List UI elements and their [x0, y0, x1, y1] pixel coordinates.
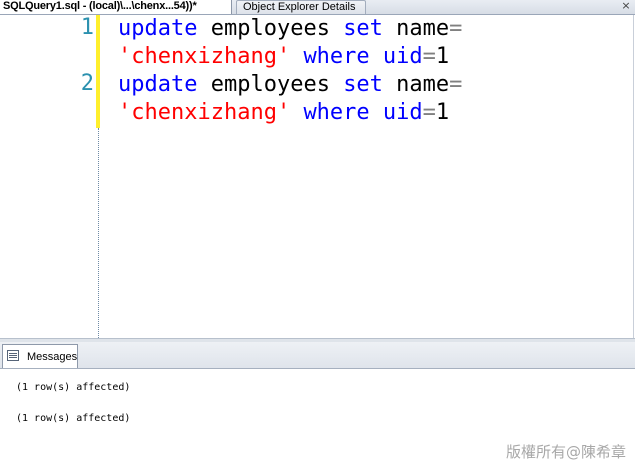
- sql-text: 1: [435, 100, 450, 125]
- code-line[interactable]: update employees set name=: [118, 71, 462, 99]
- sql-operator: =: [422, 44, 436, 69]
- sql-operator: =: [422, 100, 436, 125]
- sql-text: name: [382, 72, 450, 97]
- sql-string: 'chenxizhang': [118, 44, 291, 69]
- sql-keyword: set: [343, 72, 383, 97]
- line-number: 1: [80, 15, 94, 40]
- tab-messages-label: Messages: [27, 351, 78, 363]
- query-editor[interactable]: 1 2 update employees set name= 'chenxizh…: [0, 15, 634, 338]
- sql-operator: =: [449, 16, 463, 41]
- change-tracking-bar: [96, 15, 100, 128]
- sql-operator: =: [449, 72, 463, 97]
- code-line[interactable]: 'chenxizhang' where uid=1: [118, 43, 449, 71]
- tab-object-explorer-details-label: Object Explorer Details: [243, 1, 356, 13]
- sql-text: employees: [197, 16, 344, 41]
- sql-keyword: update: [118, 16, 198, 41]
- copyright-watermark: 版權所有@陳希章: [505, 443, 626, 461]
- tab-sqlquery1[interactable]: SQLQuery1.sql - (local)\...\chenx...54))…: [0, 0, 232, 14]
- line-number: 2: [80, 71, 94, 96]
- sql-keyword: where: [303, 100, 370, 125]
- code-line[interactable]: 'chenxizhang' where uid=1: [118, 99, 449, 127]
- tab-object-explorer-details[interactable]: Object Explorer Details: [236, 0, 366, 14]
- editor-gutter: [0, 15, 26, 338]
- sql-keyword: where: [303, 44, 370, 69]
- code-line[interactable]: update employees set name=: [118, 15, 462, 43]
- message-line: (1 row(s) affected): [16, 382, 131, 393]
- tab-sqlquery1-label: SQLQuery1.sql - (local)\...\chenx...54))…: [3, 0, 197, 12]
- close-icon[interactable]: ×: [620, 0, 632, 12]
- sql-text: employees: [197, 72, 344, 97]
- sql-keyword: update: [118, 72, 198, 97]
- gutter-separator: [98, 128, 99, 338]
- sql-keyword: uid: [382, 44, 423, 69]
- sql-text: name: [382, 16, 450, 41]
- messages-icon: [7, 350, 19, 361]
- tab-messages[interactable]: Messages: [2, 344, 78, 368]
- sql-keyword: uid: [382, 100, 423, 125]
- results-tab-strip: Messages: [0, 342, 635, 369]
- message-line: (1 row(s) affected): [16, 413, 131, 424]
- sql-string: 'chenxizhang': [118, 100, 291, 125]
- sql-keyword: set: [343, 16, 383, 41]
- document-tab-strip: SQLQuery1.sql - (local)\...\chenx...54))…: [0, 0, 635, 15]
- sql-text: 1: [435, 44, 450, 69]
